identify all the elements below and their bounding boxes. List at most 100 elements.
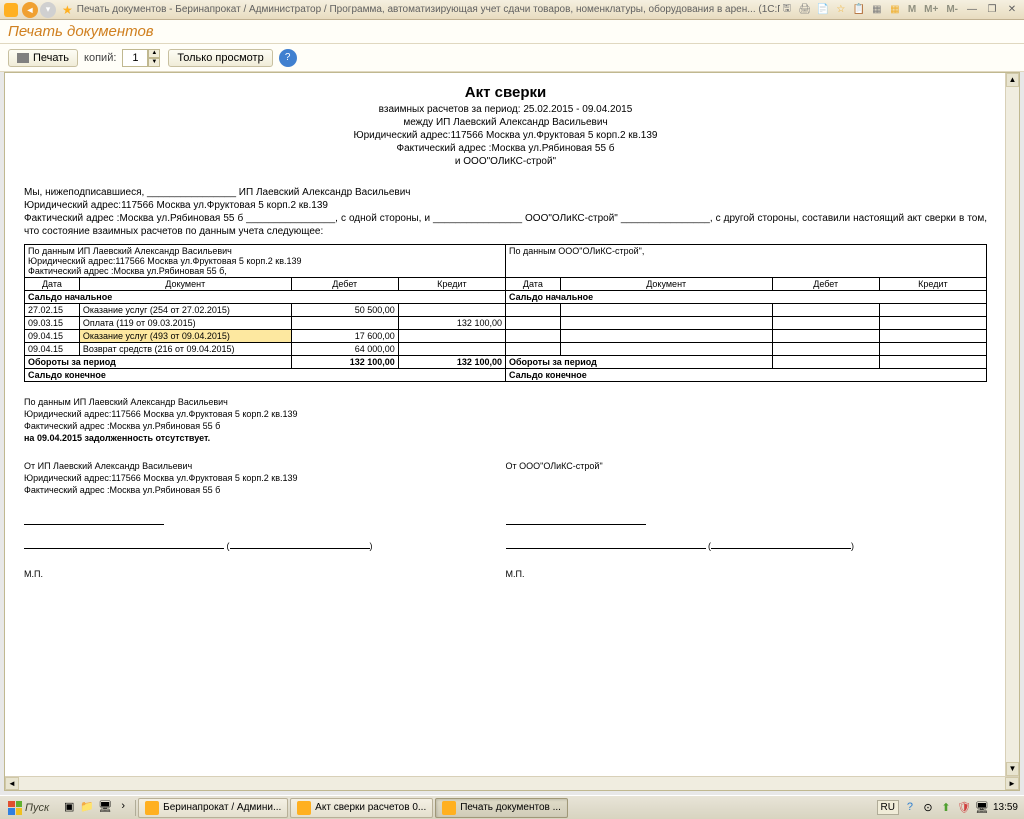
tool-icon-2[interactable]: 🖨 bbox=[798, 3, 812, 17]
document-scroll[interactable]: Акт сверки взаимных расчетов за период: … bbox=[6, 74, 1005, 776]
taskbar-task[interactable]: Печать документов ... bbox=[435, 798, 568, 818]
close-button[interactable]: ✕ bbox=[1004, 3, 1020, 17]
tray-icon-2[interactable]: ⊙ bbox=[921, 801, 935, 815]
tool-icon-4[interactable]: ☆ bbox=[834, 3, 848, 17]
print-button[interactable]: Печать bbox=[8, 49, 78, 67]
app-icon bbox=[4, 3, 18, 17]
nav-back-button[interactable]: ◄ bbox=[22, 2, 38, 18]
ql-icon-1[interactable]: ▣ bbox=[61, 800, 77, 816]
m-button[interactable]: M bbox=[906, 4, 918, 15]
tool-icon-6[interactable]: ▦ bbox=[870, 3, 884, 17]
sig-line-right-top bbox=[506, 524, 646, 525]
task-label: Акт сверки расчетов 0... bbox=[315, 802, 426, 813]
preview-button[interactable]: Только просмотр bbox=[168, 49, 272, 67]
document-content: Акт сверки взаимных расчетов за период: … bbox=[6, 74, 1005, 590]
mp-right: М.П. bbox=[506, 568, 988, 580]
tray-icon-4[interactable]: 🛡 bbox=[957, 801, 971, 815]
ql-icon-3[interactable]: 🖥 bbox=[97, 800, 113, 816]
copies-label: копий: bbox=[84, 52, 116, 64]
from-right: От ООО"ОЛиКС-строй" bbox=[506, 460, 988, 472]
tray-icon-3[interactable]: ⬆ bbox=[939, 801, 953, 815]
start-button[interactable]: Пуск bbox=[2, 799, 55, 817]
from-left-1: От ИП Лаевский Александр Васильевич bbox=[24, 460, 506, 472]
act-sub-2: между ИП Лаевский Александр Васильевич bbox=[24, 116, 987, 129]
act-sub-3: Юридический адрес:117566 Москва ул.Фрукт… bbox=[24, 129, 987, 142]
preview-label: Только просмотр bbox=[177, 52, 263, 64]
mp-left: М.П. bbox=[24, 568, 506, 580]
tray-icon-5[interactable]: 🖥 bbox=[975, 801, 989, 815]
page-title: Печать документов bbox=[8, 23, 154, 40]
act-sub-1: взаимных расчетов за период: 25.02.2015 … bbox=[24, 103, 987, 116]
sig-line-left-paren bbox=[230, 548, 370, 549]
nav-forward-button[interactable]: ▾ bbox=[40, 2, 56, 18]
act-sub-4: Фактический адрес :Москва ул.Рябиновая 5… bbox=[24, 142, 987, 155]
print-icon bbox=[17, 53, 29, 63]
maximize-button[interactable]: ❐ bbox=[984, 3, 1000, 17]
scrollbar-vertical[interactable]: ▲ ▼ bbox=[1005, 73, 1019, 776]
table-row[interactable]: 09.04.15Возврат средств (216 от 09.04.20… bbox=[25, 343, 987, 356]
footer-l4: на 09.04.2015 задолженность отсутствует. bbox=[24, 432, 987, 444]
act-title: Акт сверки bbox=[24, 84, 987, 101]
taskbar: Пуск ▣ 📁 🖥 › Беринапрокат / Админи... Акт… bbox=[0, 795, 1024, 819]
minimize-button[interactable]: — bbox=[964, 3, 980, 17]
table-row[interactable]: 09.04.15Оказание услуг (493 от 09.04.201… bbox=[25, 330, 987, 343]
scroll-left[interactable]: ◄ bbox=[5, 777, 19, 790]
tray-icon-1[interactable]: ? bbox=[903, 801, 917, 815]
tool-icon-7[interactable]: ▦ bbox=[888, 3, 902, 17]
from-left-2: Юридический адрес:117566 Москва ул.Фрукт… bbox=[24, 472, 506, 484]
signature-lines-row: () () bbox=[24, 516, 987, 552]
spinner-down[interactable]: ▼ bbox=[148, 58, 160, 67]
m-minus-button[interactable]: M- bbox=[944, 4, 960, 15]
doc-header: Печать документов bbox=[0, 20, 1024, 44]
tool-icon-1[interactable]: 🖫 bbox=[780, 3, 794, 17]
toolbar: Печать копий: ▲ ▼ Только просмотр ? bbox=[0, 44, 1024, 72]
task-label: Беринапрокат / Админи... bbox=[163, 802, 281, 813]
footer-l3: Фактический адрес :Москва ул.Рябиновая 5… bbox=[24, 420, 987, 432]
windows-icon bbox=[8, 801, 22, 815]
lang-indicator[interactable]: RU bbox=[877, 800, 899, 815]
quick-launch: ▣ 📁 🖥 › bbox=[57, 800, 136, 816]
footer-l1: По данным ИП Лаевский Александр Васильев… bbox=[24, 396, 987, 408]
table-row[interactable]: 27.02.15Оказание услуг (254 от 27.02.201… bbox=[25, 304, 987, 317]
footer-info: По данным ИП Лаевский Александр Васильев… bbox=[24, 396, 987, 444]
scroll-up[interactable]: ▲ bbox=[1006, 73, 1019, 87]
taskbar-task[interactable]: Акт сверки расчетов 0... bbox=[290, 798, 433, 818]
task-icon bbox=[297, 801, 311, 815]
clock[interactable]: 13:59 bbox=[993, 802, 1018, 813]
act-table: По данным ИП Лаевский Александр Васильев… bbox=[24, 244, 987, 382]
act-sub-5: и ООО"ОЛиКС-строй" bbox=[24, 155, 987, 168]
document-area: Акт сверки взаимных расчетов за период: … bbox=[4, 72, 1020, 791]
system-tray: RU ? ⊙ ⬆ 🛡 🖥 13:59 bbox=[873, 800, 1022, 815]
task-label: Печать документов ... bbox=[460, 802, 561, 813]
sig-line-right-paren bbox=[711, 548, 851, 549]
mp-row: М.П. М.П. bbox=[24, 568, 987, 580]
print-label: Печать bbox=[33, 52, 69, 64]
copies-input[interactable] bbox=[122, 49, 148, 67]
scrollbar-horizontal[interactable]: ◄ ► bbox=[5, 776, 1019, 790]
scroll-right[interactable]: ► bbox=[1005, 777, 1019, 790]
taskbar-task[interactable]: Беринапрокат / Админи... bbox=[138, 798, 288, 818]
from-left-3: Фактический адрес :Москва ул.Рябиновая 5… bbox=[24, 484, 506, 496]
sig-line-right-name bbox=[506, 548, 706, 549]
spinner-up[interactable]: ▲ bbox=[148, 49, 160, 58]
footer-l2: Юридический адрес:117566 Москва ул.Фрукт… bbox=[24, 408, 987, 420]
help-button[interactable]: ? bbox=[279, 49, 297, 67]
copies-spinner[interactable]: ▲ ▼ bbox=[122, 49, 162, 67]
titlebar: ◄ ▾ ★ Печать документов - Беринапрокат /… bbox=[0, 0, 1024, 20]
preamble: Мы, нижеподписавшиеся, ________________ … bbox=[24, 186, 987, 238]
sig-line-left-top bbox=[24, 524, 164, 525]
ql-icon-4[interactable]: › bbox=[115, 800, 131, 816]
table-row[interactable]: 09.03.15Оплата (119 от 09.03.2015)132 10… bbox=[25, 317, 987, 330]
task-icon bbox=[145, 801, 159, 815]
start-label: Пуск bbox=[25, 802, 49, 814]
tool-icon-5[interactable]: 📋 bbox=[852, 3, 866, 17]
tool-icon-3[interactable]: 📄 bbox=[816, 3, 830, 17]
ql-icon-2[interactable]: 📁 bbox=[79, 800, 95, 816]
task-icon bbox=[442, 801, 456, 815]
sig-line-left-name bbox=[24, 548, 224, 549]
window-title: Печать документов - Беринапрокат / Админ… bbox=[77, 4, 780, 15]
m-plus-button[interactable]: M+ bbox=[922, 4, 940, 15]
favorite-icon[interactable]: ★ bbox=[62, 3, 73, 17]
signature-from-row: От ИП Лаевский Александр Васильевич Юрид… bbox=[24, 460, 987, 496]
scroll-down[interactable]: ▼ bbox=[1006, 762, 1019, 776]
